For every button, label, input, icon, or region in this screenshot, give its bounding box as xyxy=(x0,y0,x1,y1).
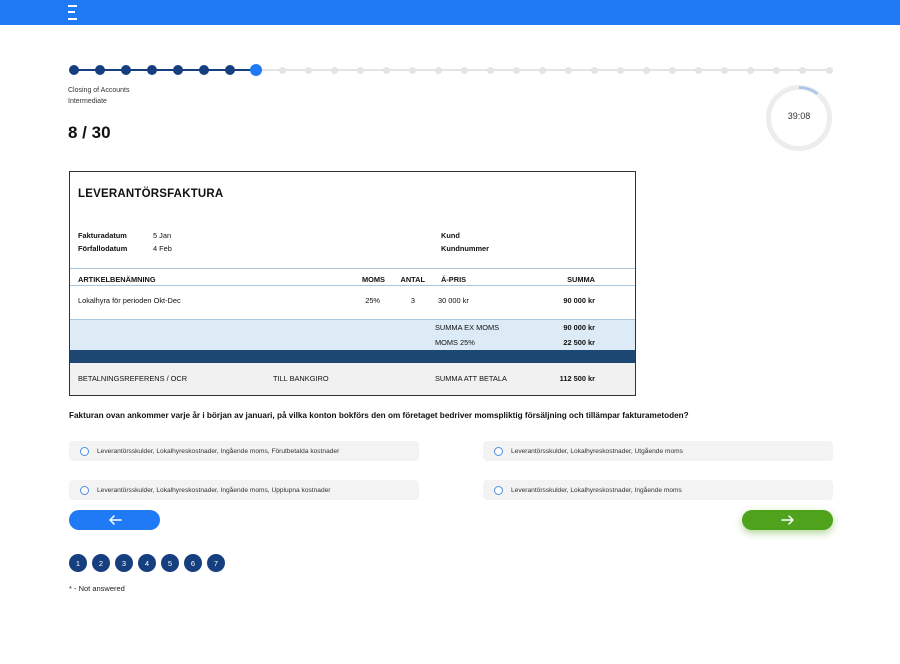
answer-option-2[interactable]: Leverantörsskulder, Lokalhyreskostnader,… xyxy=(483,441,833,461)
row-vat: 25% xyxy=(365,296,380,305)
timer-text: 39:08 xyxy=(787,111,811,121)
progress-step-pending xyxy=(773,66,781,74)
col-item-header: ARTIKELBENÄMNING xyxy=(78,275,156,284)
invoice-title: LEVERANTÖRSFAKTURA xyxy=(78,188,224,200)
progress-step-pending xyxy=(434,66,442,74)
top-bar xyxy=(0,0,900,25)
question-text: Fakturan ovan ankommer varje år i början… xyxy=(69,411,689,420)
col-unit-price-header: Á-PRIS xyxy=(441,275,467,284)
arrow-right-icon xyxy=(780,515,794,525)
progress-step-pending xyxy=(487,66,495,74)
row-item: Lokalhyra för perioden Okt-Dec xyxy=(78,296,181,305)
answer-option-1[interactable]: Leverantörsskulder, Lokalhyreskostnader,… xyxy=(69,441,419,461)
progress-step-done xyxy=(199,65,210,75)
payment-reference-label: BETALNINGSREFERENS / OCR xyxy=(78,374,188,383)
vat-value: 22 500 kr xyxy=(563,338,595,347)
next-button[interactable] xyxy=(742,510,833,530)
course-level: Intermediate xyxy=(68,98,107,105)
progress-step-pending xyxy=(565,66,573,74)
divider xyxy=(70,285,635,286)
logo-e-icon xyxy=(68,5,77,20)
answer-option-label: Leverantörsskulder, Lokalhyreskostnader,… xyxy=(511,486,682,494)
progress-step-pending xyxy=(799,66,807,74)
progress-step-pending xyxy=(304,66,312,74)
progress-step-pending xyxy=(747,66,755,74)
question-number-button[interactable]: 3 xyxy=(115,554,133,572)
dark-band xyxy=(70,350,635,363)
bankgiro-label: TILL BANKGIRO xyxy=(273,374,329,383)
question-number-button[interactable]: 6 xyxy=(184,554,202,572)
progress-stepper xyxy=(69,64,834,76)
arrow-left-icon xyxy=(108,515,122,525)
answer-option-4[interactable]: Leverantörsskulder, Lokalhyreskostnader,… xyxy=(483,480,833,500)
total-label: SUMMA ATT BETALA xyxy=(435,374,507,383)
answer-option-label: Leverantörsskulder, Lokalhyreskostnader,… xyxy=(97,486,331,494)
progress-step-pending xyxy=(408,66,416,74)
progress-step-pending xyxy=(643,66,651,74)
row-qty: 3 xyxy=(410,296,415,305)
due-date-value: 4 Feb xyxy=(153,244,172,253)
customer-number-label: Kundnummer xyxy=(441,244,490,253)
invoice-date-value: 5 Jan xyxy=(153,231,172,240)
not-answered-legend: * - Not answered xyxy=(69,584,125,593)
progress-step-done xyxy=(95,65,106,75)
question-number-button[interactable]: 7 xyxy=(207,554,225,572)
question-counter: 8 / 30 xyxy=(68,123,111,142)
due-date-label: Förfallodatum xyxy=(78,244,128,253)
col-sum-header: SUMMA xyxy=(567,275,595,284)
progress-step-pending xyxy=(330,66,338,74)
question-number-button[interactable]: 5 xyxy=(161,554,179,572)
customer-label: Kund xyxy=(441,231,460,240)
question-number-button[interactable]: 2 xyxy=(92,554,110,572)
radio-icon[interactable] xyxy=(494,446,503,456)
divider xyxy=(70,319,635,320)
question-number-button[interactable]: 1 xyxy=(69,554,87,572)
answer-option-3[interactable]: Leverantörsskulder, Lokalhyreskostnader,… xyxy=(69,480,419,500)
progress-step-pending xyxy=(825,66,833,74)
progress-step-pending xyxy=(461,66,469,74)
subtotal-label: SUMMA EX MOMS xyxy=(435,323,500,332)
progress-step-pending xyxy=(513,66,521,74)
radio-icon[interactable] xyxy=(80,485,89,495)
subtotal-value: 90 000 kr xyxy=(563,323,595,332)
course-name: Closing of Accounts xyxy=(68,87,130,94)
course-info: Closing of Accounts Intermediate xyxy=(68,85,129,107)
progress-step-pending xyxy=(669,66,677,74)
progress-step-pending xyxy=(278,66,286,74)
progress-step-done xyxy=(225,65,236,75)
progress-step-pending xyxy=(695,66,703,74)
question-number-button[interactable]: 4 xyxy=(138,554,156,572)
progress-step-current xyxy=(250,64,263,76)
progress-step-pending xyxy=(382,66,390,74)
progress-step-pending xyxy=(617,66,625,74)
progress-step-done xyxy=(173,65,184,75)
total-value: 112 500 kr xyxy=(559,374,595,383)
invoice-date-label: Fakturadatum xyxy=(78,231,127,240)
answer-option-label: Leverantörsskulder, Lokalhyreskostnader,… xyxy=(97,447,340,455)
progress-step-done xyxy=(121,65,132,75)
progress-step-pending xyxy=(721,66,729,74)
vat-label: MOMS 25% xyxy=(435,338,475,347)
progress-step-pending xyxy=(356,66,364,74)
row-sum: 90 000 kr xyxy=(563,296,595,305)
progress-step-pending xyxy=(591,66,599,74)
radio-icon[interactable] xyxy=(80,446,89,456)
row-unit-price: 30 000 kr xyxy=(438,296,469,305)
invoice-card: LEVERANTÖRSFAKTURA Fakturadatum 5 Jan Fö… xyxy=(69,171,636,396)
progress-step-pending xyxy=(539,66,547,74)
radio-icon[interactable] xyxy=(494,485,503,495)
progress-step-done xyxy=(69,65,79,75)
divider xyxy=(70,268,635,269)
previous-button[interactable] xyxy=(69,510,160,530)
col-qty-header: ANTAL xyxy=(400,275,426,284)
col-vat-header: MOMS xyxy=(362,275,385,284)
answer-option-label: Leverantörsskulder, Lokalhyreskostnader,… xyxy=(511,447,683,455)
progress-step-done xyxy=(147,65,158,75)
